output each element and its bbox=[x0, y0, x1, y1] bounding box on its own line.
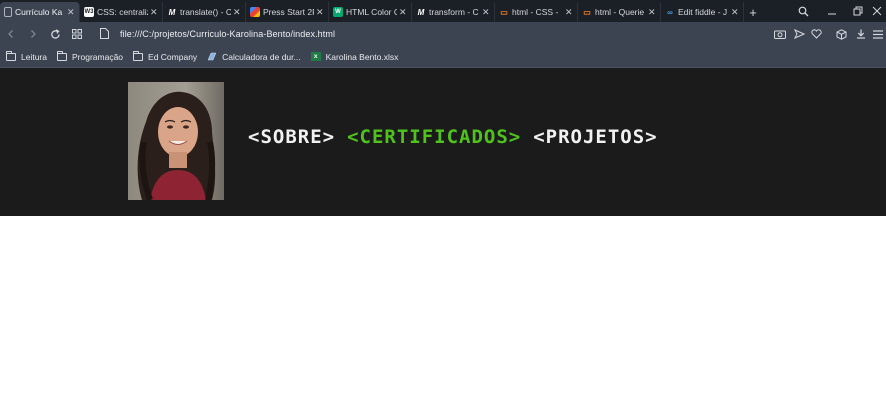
close-icon[interactable]: ✕ bbox=[399, 7, 407, 18]
tab-title: CSS: centraliz bbox=[97, 7, 148, 17]
mdn-icon: M bbox=[168, 7, 176, 17]
tab-title: Edit fiddle - J bbox=[678, 7, 728, 17]
minimize-button[interactable] bbox=[818, 0, 846, 22]
w3-icon: W bbox=[333, 7, 343, 17]
new-tab-button[interactable]: + bbox=[744, 2, 762, 22]
stackoverflow-icon: ▭ bbox=[583, 7, 591, 17]
search-tabs-icon[interactable] bbox=[789, 0, 817, 22]
close-icon[interactable]: ✕ bbox=[67, 7, 75, 18]
tab-title: html - Querie bbox=[595, 7, 645, 17]
bookmarks-bar: Leitura Programação Ed Company Calculado… bbox=[0, 46, 886, 68]
menu-icon[interactable] bbox=[870, 22, 886, 46]
file-icon bbox=[100, 28, 112, 40]
back-button[interactable] bbox=[0, 23, 22, 45]
bookmark-programacao[interactable]: Programação bbox=[57, 50, 124, 62]
heart-icon[interactable] bbox=[806, 22, 826, 46]
bookmark-calculadora[interactable]: Calculadora de dur... bbox=[207, 51, 301, 62]
browser-tab-press-start[interactable]: Press Start 2P ✕ bbox=[246, 2, 329, 22]
browser-tab-curriculo[interactable]: Currículo Ka ✕ bbox=[0, 2, 80, 22]
reload-button[interactable] bbox=[44, 23, 66, 45]
stackoverflow-icon: ▭ bbox=[500, 7, 508, 17]
url-text: file:///C:/projetos/Curriculo-Karolina-B… bbox=[120, 29, 336, 39]
close-window-button[interactable] bbox=[868, 0, 886, 22]
nav-link-sobre[interactable]: <SOBRE> bbox=[248, 126, 335, 148]
close-icon[interactable]: ✕ bbox=[731, 7, 739, 18]
excel-icon: x bbox=[310, 52, 321, 61]
tab-title: Currículo Ka bbox=[15, 7, 63, 17]
doc-icon bbox=[4, 7, 12, 17]
tab-strip: Currículo Ka ✕ W3 CSS: centraliz ✕ M tra… bbox=[0, 0, 886, 22]
browser-tab-html-queries[interactable]: ▭ html - Querie ✕ bbox=[578, 2, 661, 22]
folder-icon bbox=[133, 50, 144, 61]
tab-title: translate() - C bbox=[180, 7, 231, 17]
google-fonts-icon bbox=[250, 7, 260, 17]
close-icon[interactable]: ✕ bbox=[316, 7, 324, 18]
close-icon[interactable]: ✕ bbox=[233, 7, 241, 18]
profile-photo bbox=[128, 82, 224, 200]
site-header: <SOBRE> <CERTIFICADOS> <PROJETOS> bbox=[0, 68, 886, 216]
bookmark-ed-company[interactable]: Ed Company bbox=[133, 50, 198, 62]
tab-title: html - CSS - bbox=[512, 7, 559, 17]
bookmark-label: Leitura bbox=[21, 51, 47, 62]
speed-dial-icon[interactable] bbox=[66, 23, 88, 45]
web-page: <SOBRE> <CERTIFICADOS> <PROJETOS> bbox=[0, 68, 886, 404]
close-icon[interactable]: ✕ bbox=[150, 7, 158, 18]
bookmark-label: Programação bbox=[72, 51, 124, 62]
folder-icon bbox=[6, 50, 16, 61]
nav-link-certificados[interactable]: <CERTIFICADOS> bbox=[347, 126, 521, 148]
mdn-icon: M bbox=[417, 7, 425, 17]
close-icon[interactable]: ✕ bbox=[648, 7, 656, 18]
tab-title: transform - C bbox=[429, 7, 479, 17]
bookmark-label: Karolina Bento.xlsx bbox=[325, 51, 399, 62]
browser-tab-css[interactable]: W3 CSS: centraliz ✕ bbox=[80, 2, 163, 22]
download-icon[interactable] bbox=[851, 22, 871, 46]
main-nav: <SOBRE> <CERTIFICADOS> <PROJETOS> bbox=[248, 126, 670, 148]
bookmark-label: Calculadora de dur... bbox=[222, 51, 301, 62]
browser-tab-jsfiddle[interactable]: ∞ Edit fiddle - J ✕ bbox=[661, 2, 744, 22]
nav-link-projetos[interactable]: <PROJETOS> bbox=[533, 126, 657, 148]
close-icon[interactable]: ✕ bbox=[482, 7, 490, 18]
tab-title: Press Start 2P bbox=[263, 7, 314, 17]
snapshot-icon[interactable] bbox=[770, 22, 790, 46]
w3schools-icon: W3 bbox=[84, 7, 94, 17]
forward-button[interactable] bbox=[22, 23, 44, 45]
browser-tab-translate[interactable]: M translate() - C ✕ bbox=[163, 2, 246, 22]
calculator-icon bbox=[207, 52, 217, 61]
close-icon[interactable]: ✕ bbox=[565, 7, 573, 18]
bookmark-karolina-xlsx[interactable]: x Karolina Bento.xlsx bbox=[310, 51, 399, 62]
address-bar-row: file:///C:/projetos/Curriculo-Karolina-B… bbox=[0, 22, 886, 46]
folder-icon bbox=[57, 50, 67, 61]
jsfiddle-icon: ∞ bbox=[667, 7, 673, 17]
browser-tab-transform[interactable]: M transform - C ✕ bbox=[412, 2, 495, 22]
url-field[interactable]: file:///C:/projetos/Curriculo-Karolina-B… bbox=[100, 26, 335, 42]
extensions-icon[interactable] bbox=[831, 22, 851, 46]
browser-tab-html-css[interactable]: ▭ html - CSS - ✕ bbox=[495, 2, 578, 22]
browser-tab-html-color[interactable]: W HTML Color C ✕ bbox=[329, 2, 412, 22]
bookmark-leitura[interactable]: Leitura bbox=[6, 50, 47, 62]
bookmark-label: Ed Company bbox=[148, 51, 198, 62]
tab-title: HTML Color C bbox=[346, 7, 397, 17]
